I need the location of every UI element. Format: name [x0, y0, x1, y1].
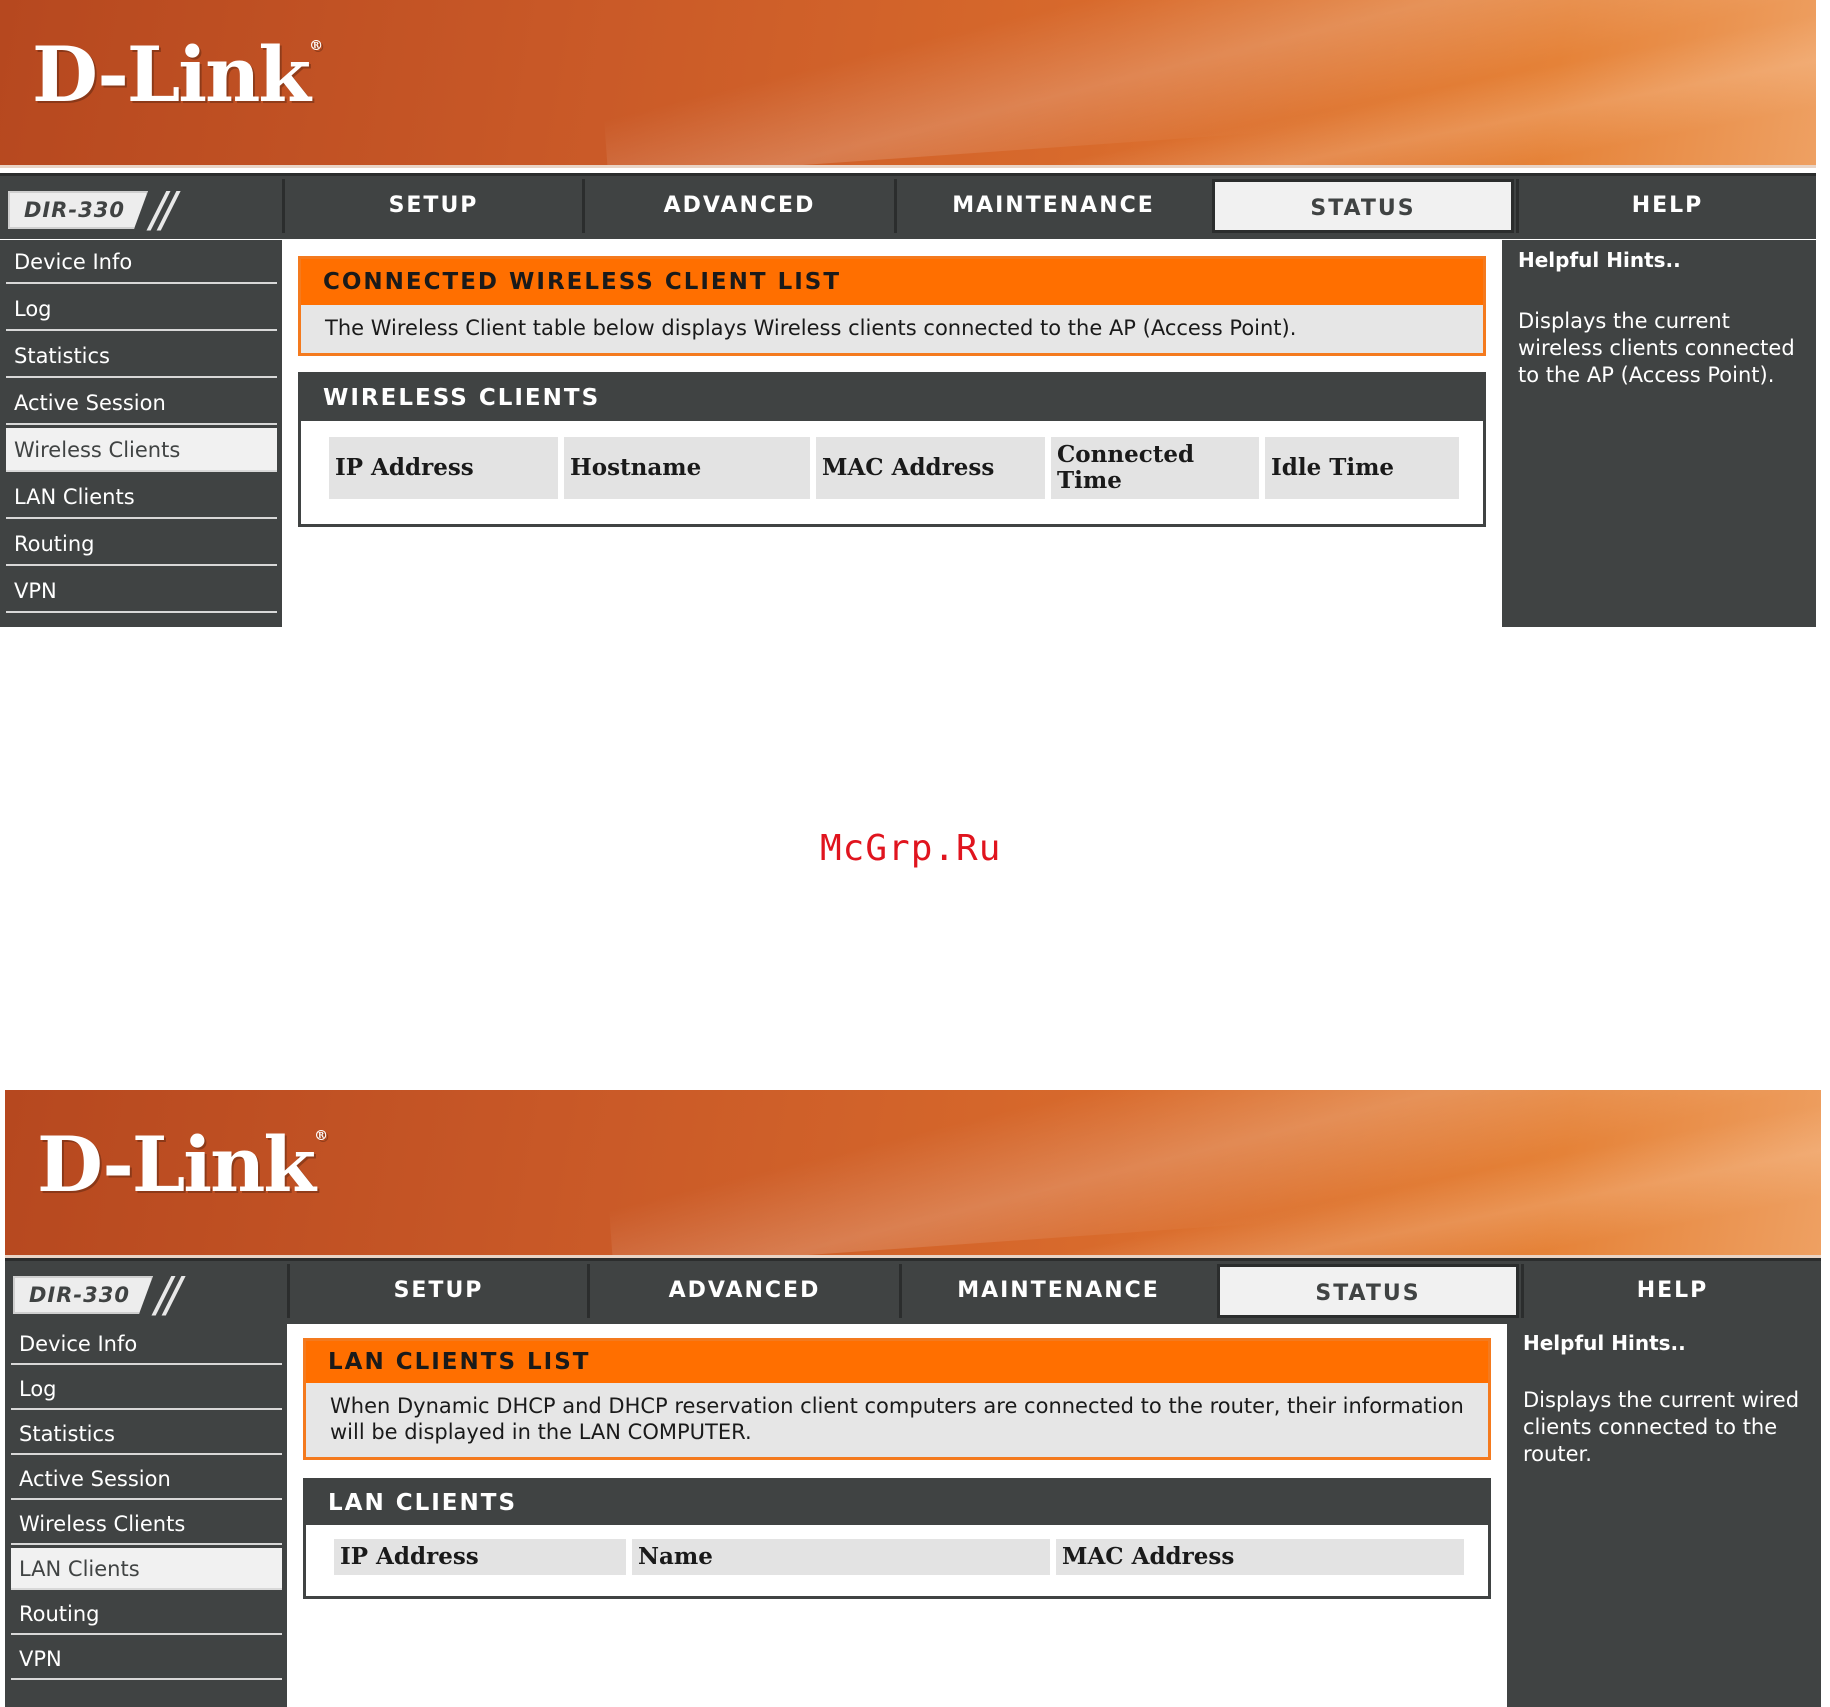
wireless-clients-box: WIRELESS CLIENTS IP Address Hostname MAC…: [298, 372, 1486, 527]
model-label: DIR-330: [8, 191, 148, 229]
column-header-mac-address: MAC Address: [1054, 1537, 1466, 1577]
tab-status[interactable]: STATUS: [1217, 1264, 1519, 1318]
wireless-clients-table-header: IP Address Hostname MAC Address Connecte…: [327, 435, 1461, 501]
tab-maintenance[interactable]: MAINTENANCE: [894, 179, 1210, 233]
sidebar-item-device-info[interactable]: Device Info: [11, 1323, 282, 1365]
lan-clients-table-header: IP Address Name MAC Address: [332, 1537, 1466, 1577]
tab-maintenance[interactable]: MAINTENANCE: [899, 1264, 1215, 1318]
sidebar-item-lan-clients[interactable]: LAN Clients: [6, 475, 277, 519]
column-header-ip-address: IP Address: [327, 435, 560, 501]
top-nav: DIR-330 // SETUP ADVANCED MAINTENANCE ST…: [0, 173, 1816, 239]
sidebar-item-wireless-clients[interactable]: Wireless Clients: [6, 428, 277, 472]
column-header-ip-address: IP Address: [332, 1537, 628, 1577]
router-screen-wireless-clients: D-Link® DIR-330 // SETUP ADVANCED MAINTE…: [0, 0, 1816, 627]
router-screen-lan-clients: D-Link® DIR-330 // SETUP ADVANCED MAINTE…: [5, 1090, 1821, 1707]
hints-title: Helpful Hints..: [1518, 248, 1681, 272]
sidebar-item-active-session[interactable]: Active Session: [6, 381, 277, 425]
lan-clients-box: LAN CLIENTS IP Address Name MAC Address: [303, 1478, 1491, 1599]
column-header-mac-address: MAC Address: [814, 435, 1047, 501]
model-badge: DIR-330 //: [8, 184, 280, 236]
sidebar-item-vpn[interactable]: VPN: [11, 1638, 282, 1680]
tab-advanced[interactable]: ADVANCED: [587, 1264, 899, 1318]
panel-description: When Dynamic DHCP and DHCP reservation c…: [330, 1394, 1464, 1444]
sidebar-item-log[interactable]: Log: [6, 287, 277, 331]
lan-client-list-panel: LAN CLIENTS LIST When Dynamic DHCP and D…: [303, 1338, 1491, 1460]
tab-status[interactable]: STATUS: [1212, 179, 1514, 233]
sidebar: Device Info Log Statistics Active Sessio…: [0, 240, 282, 627]
column-header-hostname: Hostname: [562, 435, 812, 501]
slash-decor-icon: //: [155, 1267, 181, 1323]
sidebar: Device Info Log Statistics Active Sessio…: [5, 1323, 287, 1707]
tab-setup[interactable]: SETUP: [287, 1264, 587, 1318]
header-banner: D-Link®: [5, 1090, 1821, 1258]
helpful-hints: Helpful Hints.. Displays the current wir…: [1507, 1323, 1821, 1707]
column-header-idle-time: Idle Time: [1263, 435, 1461, 501]
box-title: WIRELESS CLIENTS: [301, 375, 1483, 421]
sidebar-item-wireless-clients[interactable]: Wireless Clients: [11, 1503, 282, 1545]
slash-decor-icon: //: [150, 182, 176, 238]
tab-help[interactable]: HELP: [1516, 179, 1816, 233]
column-header-name: Name: [630, 1537, 1052, 1577]
dlink-logo: D-Link®: [37, 1120, 328, 1209]
hints-text: Displays the current wired clients conne…: [1523, 1388, 1800, 1466]
header-banner: D-Link®: [0, 0, 1816, 168]
watermark: McGrp.Ru: [820, 828, 1002, 869]
sidebar-item-active-session[interactable]: Active Session: [11, 1458, 282, 1500]
sidebar-item-routing[interactable]: Routing: [6, 522, 277, 566]
panel-description: The Wireless Client table below displays…: [325, 316, 1297, 340]
box-title: LAN CLIENTS: [306, 1481, 1488, 1525]
model-label: DIR-330: [13, 1276, 153, 1314]
tab-setup[interactable]: SETUP: [282, 179, 582, 233]
tab-help[interactable]: HELP: [1521, 1264, 1821, 1318]
wireless-client-list-panel: CONNECTED WIRELESS CLIENT LIST The Wirel…: [298, 256, 1486, 356]
panel-title: CONNECTED WIRELESS CLIENT LIST: [301, 259, 1483, 305]
panel-title: LAN CLIENTS LIST: [306, 1341, 1488, 1383]
hints-text: Displays the current wireless clients co…: [1518, 309, 1795, 387]
sidebar-item-routing[interactable]: Routing: [11, 1593, 282, 1635]
tab-advanced[interactable]: ADVANCED: [582, 179, 894, 233]
sidebar-item-statistics[interactable]: Statistics: [6, 334, 277, 378]
dlink-logo: D-Link®: [32, 30, 323, 119]
model-badge: DIR-330 //: [13, 1269, 285, 1321]
sidebar-item-lan-clients[interactable]: LAN Clients: [11, 1548, 282, 1590]
sidebar-item-statistics[interactable]: Statistics: [11, 1413, 282, 1455]
sidebar-item-vpn[interactable]: VPN: [6, 569, 277, 613]
top-nav: DIR-330 // SETUP ADVANCED MAINTENANCE ST…: [5, 1258, 1821, 1324]
sidebar-item-log[interactable]: Log: [11, 1368, 282, 1410]
column-header-connected-time: Connected Time: [1049, 435, 1261, 501]
sidebar-item-device-info[interactable]: Device Info: [6, 240, 277, 284]
helpful-hints: Helpful Hints.. Displays the current wir…: [1502, 240, 1816, 627]
hints-title: Helpful Hints..: [1523, 1331, 1686, 1355]
